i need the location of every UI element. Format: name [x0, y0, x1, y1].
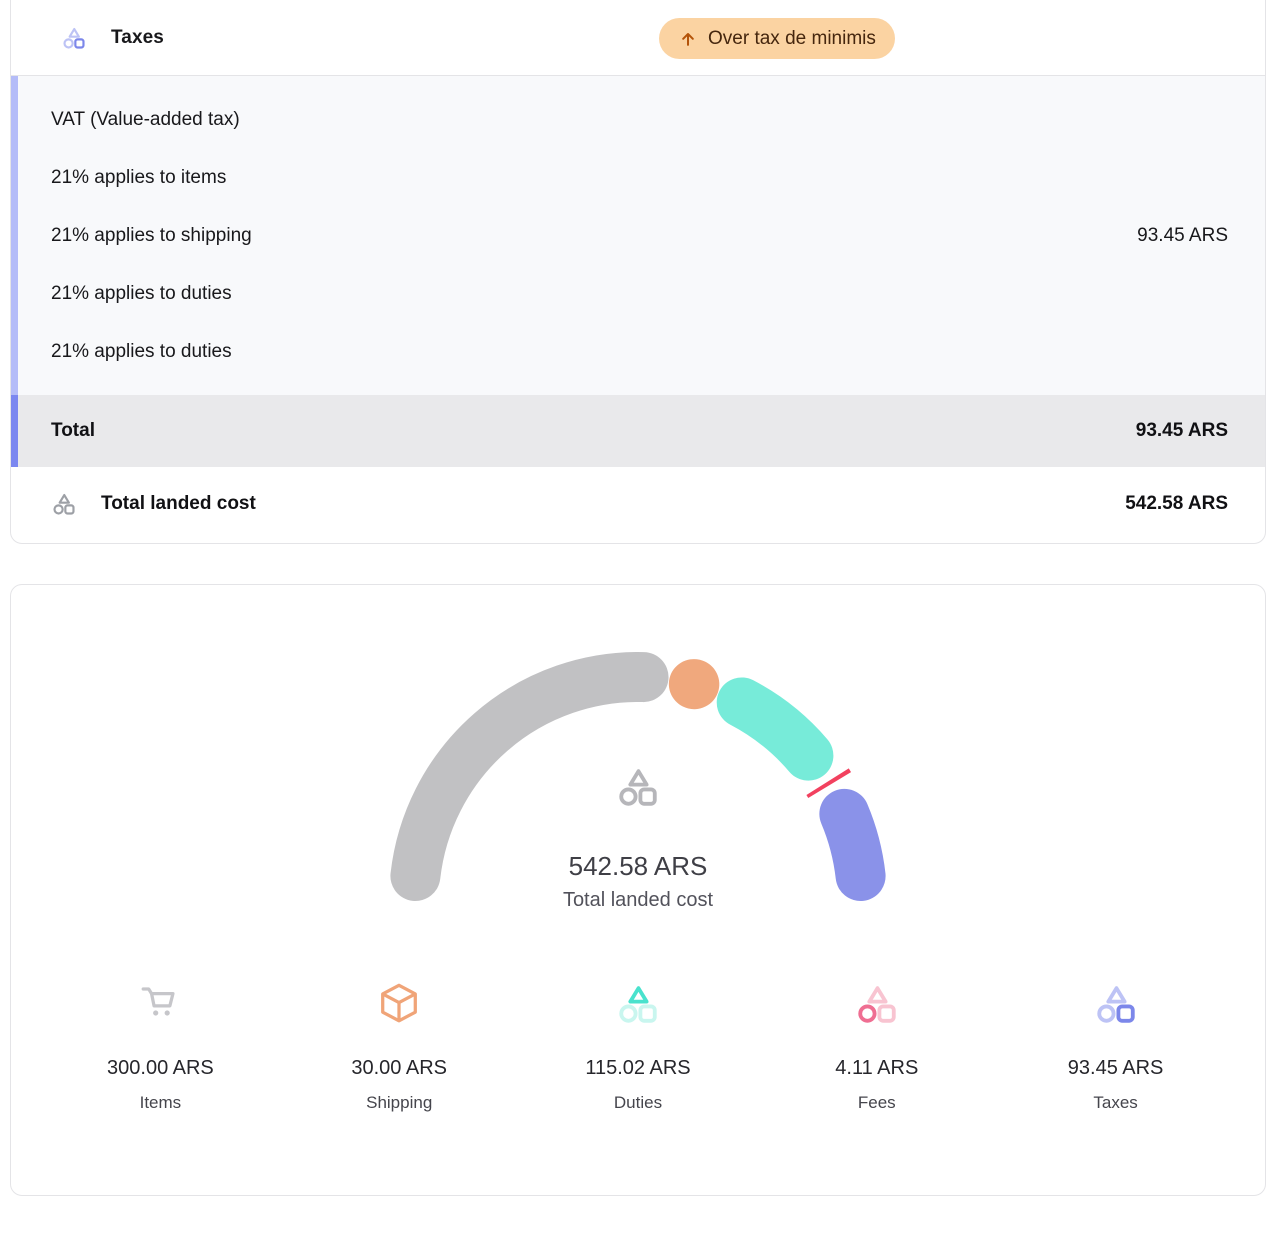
vat-row-label: 21% applies to shipping — [51, 225, 252, 247]
vat-row-label: 21% applies to duties — [51, 341, 232, 363]
arrow-up-icon — [678, 29, 698, 49]
vat-row-label: VAT (Value-added tax) — [51, 109, 240, 131]
stat-value: 115.02 ARS — [585, 1057, 690, 1080]
vat-row-label: 21% applies to duties — [51, 283, 232, 305]
shapes-icon-fees — [854, 981, 900, 1027]
stat-value: 300.00 ARS — [107, 1057, 214, 1080]
gauge-center-value: 542.58 ARS — [378, 851, 898, 882]
vat-row-value: 93.45 ARS — [1137, 225, 1228, 247]
total-landed-cost-label: Total landed cost — [101, 493, 256, 515]
vat-row: 21% applies to duties — [51, 323, 1228, 381]
gauge-segment-items[interactable] — [415, 677, 643, 876]
gauge-segment-duties[interactable] — [742, 702, 809, 755]
vat-row-label: 21% applies to items — [51, 167, 226, 189]
vat-row: 21% applies to duties — [51, 265, 1228, 323]
cart-icon — [137, 981, 183, 1027]
stat-shipping: 30.00 ARS Shipping — [280, 981, 519, 1113]
stat-duties: 115.02 ARS Duties — [519, 981, 758, 1113]
total-value: 93.45 ARS — [1136, 420, 1228, 442]
vat-row: 21% applies to items — [51, 149, 1228, 207]
stat-items: 300.00 ARS Items — [41, 981, 280, 1113]
shapes-icon-taxes — [1093, 981, 1139, 1027]
landed-cost-shapes-icon — [51, 491, 77, 517]
vat-row: 21% applies to shipping 93.45 ARS — [51, 207, 1228, 265]
stat-value: 30.00 ARS — [351, 1057, 447, 1080]
taxes-title: Taxes — [111, 27, 164, 49]
stat-value: 93.45 ARS — [1068, 1057, 1164, 1080]
shapes-icon-duties — [615, 981, 661, 1027]
taxes-total-row: Total 93.45 ARS — [11, 395, 1265, 467]
stat-label: Items — [140, 1093, 182, 1113]
total-label: Total — [51, 420, 95, 442]
landed-cost-shapes-icon — [615, 764, 661, 810]
package-icon — [376, 981, 422, 1027]
cost-breakdown-card: 542.58 ARS Total landed cost 300.00 ARS … — [10, 584, 1266, 1196]
badge-label: Over tax de minimis — [708, 28, 876, 50]
stat-label: Duties — [614, 1093, 662, 1113]
stat-fees: 4.11 ARS Fees — [757, 981, 996, 1113]
landed-cost-gauge: 542.58 ARS Total landed cost — [378, 639, 898, 923]
stat-taxes: 93.45 ARS Taxes — [996, 981, 1235, 1113]
gauge-center-label: Total landed cost — [378, 889, 898, 912]
cost-stats-row: 300.00 ARS Items 30.00 ARS Shipping — [11, 923, 1265, 1113]
gauge-segment-fees[interactable] — [828, 782, 830, 785]
vat-row: VAT (Value-added tax) — [51, 91, 1228, 149]
stat-value: 4.11 ARS — [835, 1057, 918, 1080]
vat-detail-section: VAT (Value-added tax) 21% applies to ite… — [11, 76, 1265, 395]
taxes-shapes-icon — [61, 25, 87, 51]
over-de-minimis-badge: Over tax de minimis — [659, 18, 895, 59]
taxes-card-header: Taxes Over tax de minimis — [11, 0, 1265, 76]
stat-label: Shipping — [366, 1093, 432, 1113]
total-landed-cost-row: Total landed cost 542.58 ARS — [11, 467, 1265, 543]
total-landed-cost-value: 542.58 ARS — [1125, 493, 1228, 515]
stat-label: Taxes — [1093, 1093, 1137, 1113]
taxes-card: Taxes Over tax de minimis VAT (Value-add… — [10, 0, 1266, 544]
stat-label: Fees — [858, 1093, 896, 1113]
